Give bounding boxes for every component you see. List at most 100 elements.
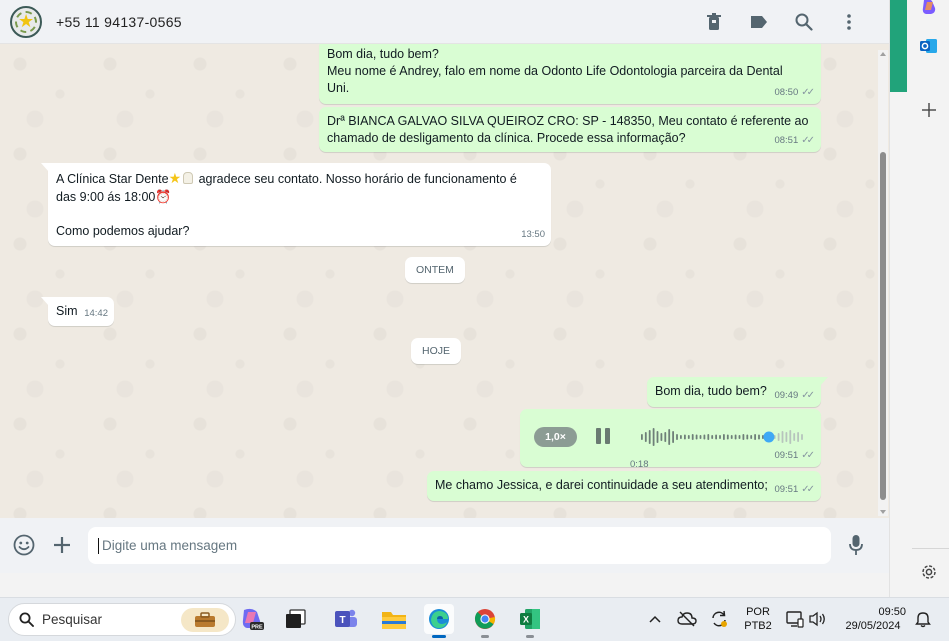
outlook-icon[interactable] <box>916 33 942 59</box>
open-app-indicator <box>526 635 534 638</box>
text-caret <box>98 537 99 554</box>
waveform-bar <box>656 431 659 443</box>
taskbar-search[interactable]: Pesquisar <box>8 603 236 636</box>
audio-message[interactable]: 1,0× 0:18 09:51 ✓✓ <box>520 409 821 470</box>
waveform-bar <box>758 434 760 440</box>
waveform-bar <box>738 435 741 439</box>
waveform-bar <box>664 432 667 442</box>
open-app-indicator <box>481 635 489 638</box>
chat-scrollbar[interactable] <box>878 50 888 516</box>
waveform-bar <box>660 433 663 441</box>
chat-window: ★ +55 11 94137-0565 Bom dia, tudo bem? M… <box>0 0 889 573</box>
sync-icon[interactable] <box>706 604 732 634</box>
file-explorer-icon[interactable] <box>379 604 409 634</box>
message-meta: 09:51 ✓✓ <box>774 481 815 498</box>
waveform-bar <box>793 433 796 441</box>
settings-gear-icon[interactable] <box>916 559 942 585</box>
waveform-bar <box>742 434 745 440</box>
message-time: 09:51 <box>774 450 799 461</box>
message-meta: 14:42 <box>84 305 108 322</box>
waveform-bar <box>726 434 729 440</box>
pause-icon[interactable] <box>596 428 612 444</box>
tooth-emoji-icon <box>183 172 194 184</box>
message-meta: 09:51 ✓✓ <box>774 447 815 464</box>
waveform-bar <box>695 434 698 440</box>
chrome-browser-icon[interactable] <box>470 604 500 638</box>
browser-side-panel <box>889 0 949 597</box>
waveform-bar <box>715 434 717 440</box>
playback-speed-button[interactable]: 1,0× <box>534 427 577 447</box>
cloud-offline-icon[interactable] <box>674 604 700 634</box>
message-text: Como podemos ajudar? <box>56 224 190 238</box>
tray-overflow-chevron-icon[interactable] <box>642 604 668 634</box>
message-meta: 09:49 ✓✓ <box>774 387 815 404</box>
add-panel-icon[interactable] <box>916 97 942 123</box>
scroll-down-icon[interactable] <box>880 510 886 514</box>
message-outgoing[interactable]: Bom dia, tudo bem? 09:49 ✓✓ <box>647 377 828 407</box>
excel-icon[interactable]: X <box>515 604 545 638</box>
message-composer <box>0 518 889 573</box>
more-icon[interactable] <box>826 0 871 44</box>
chat-header: ★ +55 11 94137-0565 <box>0 0 889 44</box>
read-ticks-icon: ✓✓ <box>801 390 815 401</box>
message-input[interactable] <box>102 538 802 553</box>
volume-icon[interactable] <box>806 604 830 634</box>
emoji-icon[interactable] <box>6 527 42 563</box>
waveform-bar <box>754 434 756 440</box>
message-incoming[interactable]: Sim 14:42 <box>41 297 114 326</box>
search-icon[interactable] <box>781 0 826 44</box>
waveform-bar <box>785 432 788 442</box>
waveform-bar <box>781 431 784 443</box>
scrollbar-thumb[interactable] <box>880 152 886 500</box>
svg-text:PRE: PRE <box>251 625 263 631</box>
waveform-bar <box>719 435 721 439</box>
waveform-bar <box>707 434 710 440</box>
copilot-icon[interactable] <box>916 0 942 20</box>
window-bottom-strip <box>0 573 889 597</box>
waveform-bar <box>699 435 702 439</box>
bubble-tail <box>820 377 828 386</box>
alarm-clock-emoji-icon: ⏰ <box>155 189 172 204</box>
message-input-box[interactable] <box>88 527 831 564</box>
side-panel-divider <box>912 548 949 549</box>
read-ticks-icon: ✓✓ <box>801 135 815 146</box>
contact-avatar[interactable]: ★ <box>10 5 42 38</box>
message-time: 13:50 <box>521 229 545 240</box>
task-view-icon[interactable] <box>281 604 311 634</box>
notification-bell-icon[interactable] <box>910 604 936 634</box>
attach-plus-icon[interactable] <box>44 527 80 563</box>
message-time: 08:51 <box>774 135 799 146</box>
input-language-indicator[interactable]: POR PTB2 <box>740 605 776 633</box>
message-text: Bom dia, tudo bem? Meu nome é Andrey, fa… <box>327 47 783 95</box>
message-incoming[interactable]: A Clínica Star Dente★ agradece seu conta… <box>41 163 551 246</box>
avatar-star-icon: ★ <box>18 10 35 31</box>
message-time: 09:49 <box>774 390 799 401</box>
network-monitor-icon[interactable] <box>783 604 807 634</box>
waveform-bar <box>750 435 753 439</box>
scroll-up-icon[interactable] <box>880 52 886 56</box>
copilot-taskbar-icon[interactable]: PRE <box>237 604 267 634</box>
taskbar-clock[interactable]: 09:50 29/05/2024 <box>838 605 908 633</box>
microphone-icon[interactable] <box>838 527 874 563</box>
label-icon[interactable] <box>736 0 781 44</box>
waveform-bar <box>777 433 780 441</box>
teams-icon[interactable]: T <box>331 604 361 634</box>
delete-icon[interactable] <box>691 0 736 44</box>
waveform-bar <box>676 434 678 440</box>
waveform-bar <box>797 432 799 442</box>
message-text: Drª BIANCA GALVAO SILVA QUEIROZ CRO: SP … <box>327 114 809 145</box>
read-ticks-icon: ✓✓ <box>801 87 815 98</box>
waveform-bar <box>652 428 655 446</box>
briefcase-icon[interactable] <box>181 608 229 632</box>
message-outgoing[interactable]: Me chamo Jessica, e darei continuidade a… <box>427 471 821 501</box>
audio-waveform[interactable] <box>638 425 808 449</box>
message-outgoing[interactable]: Drª BIANCA GALVAO SILVA QUEIROZ CRO: SP … <box>319 107 821 152</box>
edge-browser-icon[interactable] <box>424 604 454 638</box>
playback-position-knob[interactable] <box>763 431 775 443</box>
waveform-bar <box>680 435 682 439</box>
message-outgoing[interactable]: Bom dia, tudo bem? Meu nome é Andrey, fa… <box>319 40 821 104</box>
contact-name[interactable]: +55 11 94137-0565 <box>56 14 182 30</box>
date-separator: HOJE <box>411 338 462 364</box>
waveform-bar <box>723 434 725 440</box>
message-meta: 08:51 ✓✓ <box>774 132 815 149</box>
